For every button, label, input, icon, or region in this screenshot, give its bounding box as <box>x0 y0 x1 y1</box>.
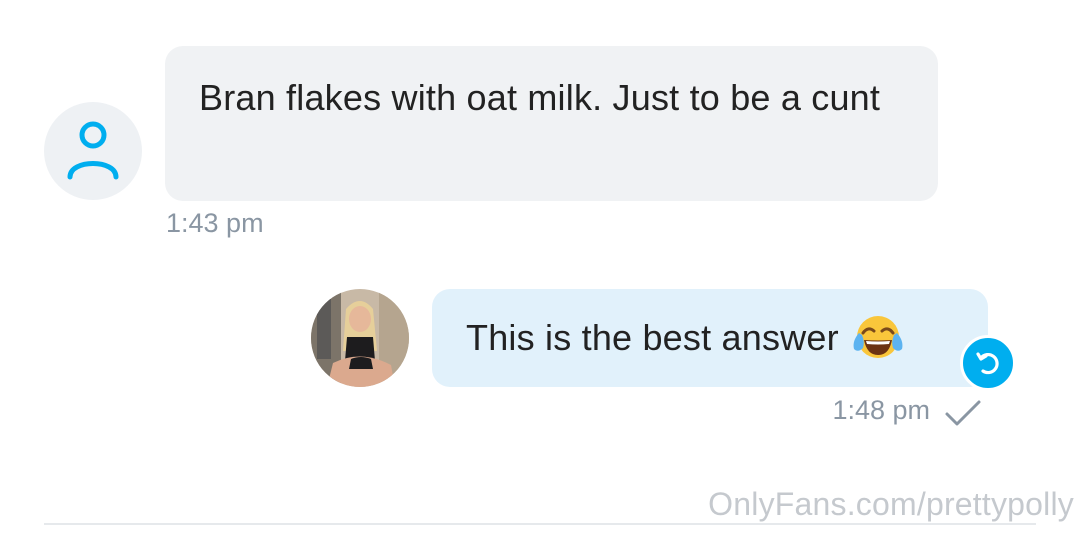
sender-avatar[interactable] <box>44 102 142 200</box>
outgoing-message-bubble[interactable]: This is the best answer <box>432 289 988 387</box>
checkmark-icon <box>945 400 981 426</box>
face-with-tears-of-joy-emoji <box>853 316 903 358</box>
incoming-message-text: Bran flakes with oat milk. Just to be a … <box>199 77 881 118</box>
undo-button[interactable] <box>960 335 1016 391</box>
incoming-message-bubble[interactable]: Bran flakes with oat milk. Just to be a … <box>165 46 938 201</box>
watermark: OnlyFans.com/prettypolly <box>708 486 1074 522</box>
divider <box>44 523 1036 525</box>
undo-icon <box>976 352 999 375</box>
user-outline-icon <box>67 121 119 180</box>
outgoing-message-timestamp: 1:48 pm <box>832 395 930 425</box>
own-avatar[interactable] <box>311 289 409 387</box>
profile-photo <box>311 289 409 387</box>
outgoing-message-text: This is the best answer <box>466 317 839 358</box>
incoming-message-timestamp: 1:43 pm <box>166 208 264 238</box>
